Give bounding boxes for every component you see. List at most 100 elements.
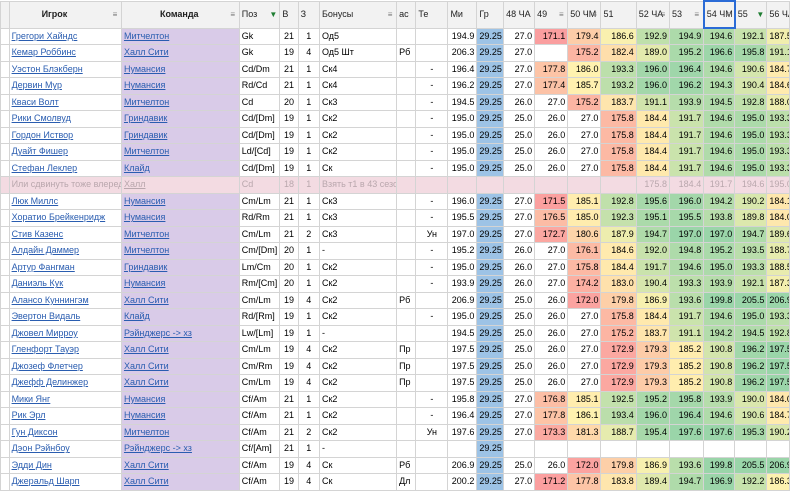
cell-col-5[interactable]: 1 [297, 27, 320, 45]
cell-col-18[interactable]: 195.0 [734, 159, 768, 177]
cell-col-18[interactable]: 193.3 [734, 258, 768, 276]
cell-col-3[interactable]: Cf/Am [238, 423, 281, 441]
cell-col-8[interactable]: - [415, 242, 449, 260]
cell-col-6[interactable]: Взять т1 в 43 сезоне [318, 176, 398, 194]
cell-col-2[interactable]: Халл Сити [120, 291, 240, 309]
cell-col-2[interactable]: Митчелтон [120, 225, 240, 243]
cell-col-12[interactable]: 176.8 [534, 390, 569, 408]
cell-col-6[interactable]: Ск3 [318, 93, 398, 111]
cell-col-8[interactable] [415, 291, 449, 309]
column-header-19[interactable]: 56 ЧА [766, 0, 790, 29]
cell-col-9[interactable] [447, 176, 478, 194]
cell-col-16[interactable]: 197.0 [668, 225, 705, 243]
cell-col-1[interactable]: Эвертон Видаль [8, 308, 122, 326]
cell-col-19[interactable]: 193.3 [766, 110, 790, 128]
cell-col-1[interactable]: Гленфорт Тауэр [8, 341, 122, 359]
cell-col-11[interactable]: 27.0 [503, 407, 536, 425]
cell-col-2[interactable]: Нумансия [120, 275, 240, 293]
cell-col-1[interactable]: Люк Миллс [8, 192, 122, 210]
cell-col-19[interactable]: 193.3 [766, 308, 790, 326]
cell-col-1[interactable]: Стив Казенс [8, 225, 122, 243]
cell-col-14[interactable] [600, 176, 637, 194]
cell-col-7[interactable] [396, 143, 417, 161]
cell-col-18[interactable]: 196.2 [734, 341, 768, 359]
cell-col-17[interactable]: 199.8 [703, 291, 736, 309]
cell-col-10[interactable]: 29.25 [476, 77, 505, 95]
cell-col-15[interactable]: 184.4 [635, 126, 670, 144]
cell-col-16[interactable]: 191.7 [668, 143, 705, 161]
cell-col-18[interactable]: 190.6 [734, 407, 768, 425]
cell-col-10[interactable]: 29.25 [476, 357, 505, 375]
cell-col-8[interactable]: Ун [415, 423, 449, 441]
cell-col-2[interactable]: Нумансия [120, 209, 240, 227]
cell-col-8[interactable] [415, 357, 449, 375]
cell-col-11[interactable]: 25.0 [503, 357, 536, 375]
cell-col-4[interactable]: 20 [279, 258, 299, 276]
cell-col-16[interactable]: 191.7 [668, 110, 705, 128]
cell-col-18[interactable]: 195.0 [734, 110, 768, 128]
cell-col-15[interactable]: 191.1 [635, 93, 670, 111]
cell-col-12[interactable]: 177.8 [534, 407, 569, 425]
cell-col-17[interactable]: 195.2 [703, 242, 736, 260]
cell-col-3[interactable]: Cf/[Am] [238, 440, 281, 458]
cell-col-5[interactable]: 1 [297, 77, 320, 95]
cell-col-17[interactable]: 193.8 [703, 209, 736, 227]
cell-col-19[interactable]: 195.0 [766, 176, 790, 194]
filter-dropdown-icon[interactable]: ≡ [228, 10, 238, 20]
cell-col-18[interactable]: 192.2 [734, 473, 768, 491]
cell-col-12[interactable]: 172.7 [534, 225, 569, 243]
cell-col-13[interactable]: 179.4 [567, 27, 602, 45]
cell-col-6[interactable]: Ск4 [318, 60, 398, 78]
cell-col-10[interactable]: 29.25 [476, 60, 505, 78]
cell-col-10[interactable]: 29.25 [476, 324, 505, 342]
filter-dropdown-icon[interactable]: ≡ [589, 10, 599, 20]
cell-col-4[interactable]: 19 [279, 143, 299, 161]
table-row[interactable]: Дуайт Фишер Митчелтон Ld/[Cd] 19 1 Ск2-195.0 2… [0, 143, 790, 161]
cell-col-6[interactable]: Ск2 [318, 143, 398, 161]
cell-col-10[interactable]: 29.25 [476, 225, 505, 243]
cell-col-4[interactable]: 19 [279, 456, 299, 474]
cell-col-17[interactable]: 191.7 [703, 176, 736, 194]
cell-col-8[interactable] [415, 374, 449, 392]
cell-col-9[interactable]: 195.0 [447, 110, 478, 128]
cell-col-12[interactable]: 26.0 [534, 456, 569, 474]
cell-col-10[interactable]: 29.25 [476, 275, 505, 293]
cell-col-3[interactable]: Cf/Am [238, 407, 281, 425]
cell-col-4[interactable]: 20 [279, 242, 299, 260]
cell-col-10[interactable]: 29.25 [476, 423, 505, 441]
cell-col-4[interactable]: 19 [279, 357, 299, 375]
cell-col-16[interactable]: 194.9 [668, 27, 705, 45]
cell-col-5[interactable]: 1 [297, 308, 320, 326]
cell-col-15[interactable]: 186.9 [635, 456, 670, 474]
cell-col-3[interactable]: Cf/Am [238, 473, 281, 491]
table-row[interactable]: Стив Казенс Митчелтон Cm/Lm 21 2 Ск3 Ун 197.0 29… [0, 225, 790, 243]
cell-col-3[interactable]: Rd/Rm [238, 209, 281, 227]
cell-col-14[interactable]: 186.6 [600, 27, 637, 45]
cell-col-11[interactable]: 25.0 [503, 456, 536, 474]
cell-col-1[interactable]: Алансо Куннингэм [8, 291, 122, 309]
cell-col-13[interactable]: 185.1 [567, 390, 602, 408]
cell-col-5[interactable]: 1 [297, 440, 320, 458]
cell-col-19[interactable] [766, 440, 790, 458]
cell-col-13[interactable]: 186.0 [567, 60, 602, 78]
cell-col-10[interactable]: 29.25 [476, 374, 505, 392]
row-selector[interactable] [0, 357, 10, 375]
row-selector[interactable] [0, 176, 10, 194]
cell-col-17[interactable] [703, 440, 736, 458]
cell-col-1[interactable]: Кемар Роббинс [8, 44, 122, 62]
cell-col-15[interactable]: 195.4 [635, 423, 670, 441]
cell-col-2[interactable]: Митчелтон [120, 93, 240, 111]
cell-col-2[interactable]: Рэйнджерс -> хз [120, 440, 240, 458]
cell-col-7[interactable] [396, 110, 417, 128]
cell-col-17[interactable]: 197.0 [703, 225, 736, 243]
cell-col-2[interactable]: Халл Сити [120, 456, 240, 474]
cell-col-6[interactable]: Ск2 [318, 423, 398, 441]
cell-col-15[interactable]: 189.4 [635, 473, 670, 491]
cell-col-2[interactable]: Клайд [120, 159, 240, 177]
cell-col-1[interactable]: Кваси Волт [8, 93, 122, 111]
cell-col-2[interactable]: Халл Сити [120, 374, 240, 392]
column-header-2[interactable]: Команда ≡ [120, 0, 240, 29]
cell-col-12[interactable]: 177.8 [534, 60, 569, 78]
cell-col-15[interactable]: 184.4 [635, 159, 670, 177]
cell-col-17[interactable]: 194.3 [703, 77, 736, 95]
